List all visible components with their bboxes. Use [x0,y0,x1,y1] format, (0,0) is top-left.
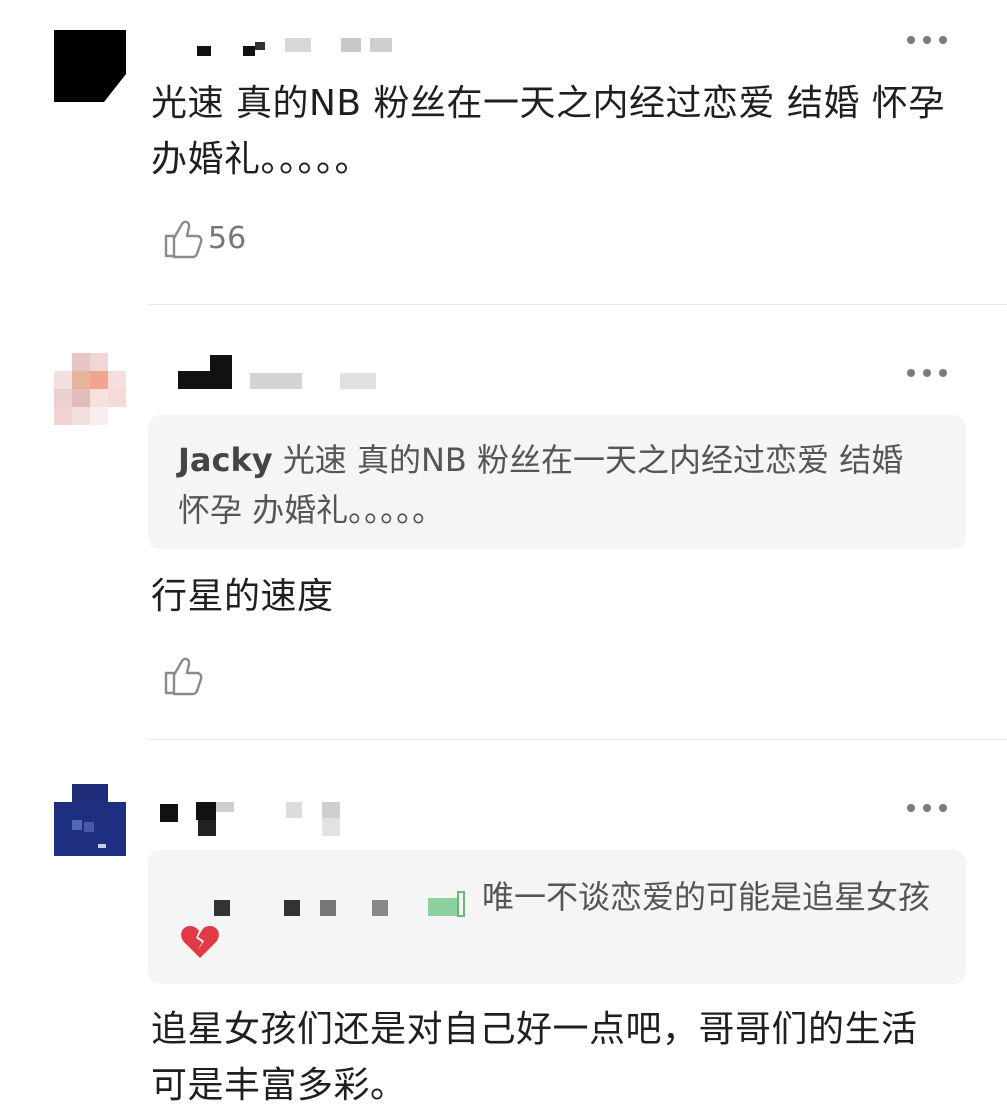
quoted-user[interactable]: Jacky [178,441,273,479]
avatar-image [54,353,126,425]
author-name[interactable] [160,798,350,842]
avatar[interactable] [54,784,126,856]
comment-text: 行星的速度 [151,576,334,617]
more-options-button[interactable] [907,363,947,383]
avatar-image [54,784,126,856]
quoted-text: 唯一不谈恋爱的可能是追星女孩 [178,872,938,974]
like-count: 56 [208,220,247,256]
broken-heart-icon [180,924,220,974]
quoted-comment[interactable]: 唯一不谈恋爱的可能是追星女孩 [148,850,966,984]
thumbs-up-icon [164,220,203,259]
more-dots-icon [907,36,915,44]
comment-item: 唯一不谈恋爱的可能是追星女孩 追星女孩们还是对自己好一点吧，哥哥们的生活可是丰富… [0,740,1007,1106]
quoted-body: 唯一不谈恋爱的可能是追星女孩 [482,878,931,916]
thumbs-up-icon [164,657,203,696]
avatar-image [54,30,126,102]
avatar[interactable] [54,353,126,425]
comment-item: Jacky 光速 真的NB 粉丝在一天之内经过恋爱 结婚 怀孕 办婚礼。。。。。… [0,305,1007,740]
more-options-button[interactable] [907,798,947,818]
more-options-button[interactable] [907,30,947,50]
more-dots-icon [907,804,915,812]
comment-text: 追星女孩们还是对自己好一点吧，哥哥们的生活可是丰富多彩。 [151,1009,918,1106]
avatar[interactable] [54,30,126,102]
like-button[interactable]: 56 [160,214,246,262]
author-name[interactable] [178,353,388,397]
comment-item: 光速 真的NB 粉丝在一天之内经过恋爱 结婚 怀孕 办婚礼。。。。。 56 [0,0,1007,305]
more-dots-icon [907,369,915,377]
quoted-comment[interactable]: Jacky 光速 真的NB 粉丝在一天之内经过恋爱 结婚 怀孕 办婚礼。。。。。 [148,415,966,549]
comment-text: 光速 真的NB 粉丝在一天之内经过恋爱 结婚 怀孕 办婚礼。。。。。 [151,83,945,180]
quoted-text: Jacky 光速 真的NB 粉丝在一天之内经过恋爱 结婚 怀孕 办婚礼。。。。。 [178,435,918,535]
like-button[interactable] [160,651,208,699]
quoted-body: 光速 真的NB 粉丝在一天之内经过恋爱 结婚 怀孕 办婚礼。。。。。 [178,441,904,529]
author-name[interactable] [195,38,405,64]
